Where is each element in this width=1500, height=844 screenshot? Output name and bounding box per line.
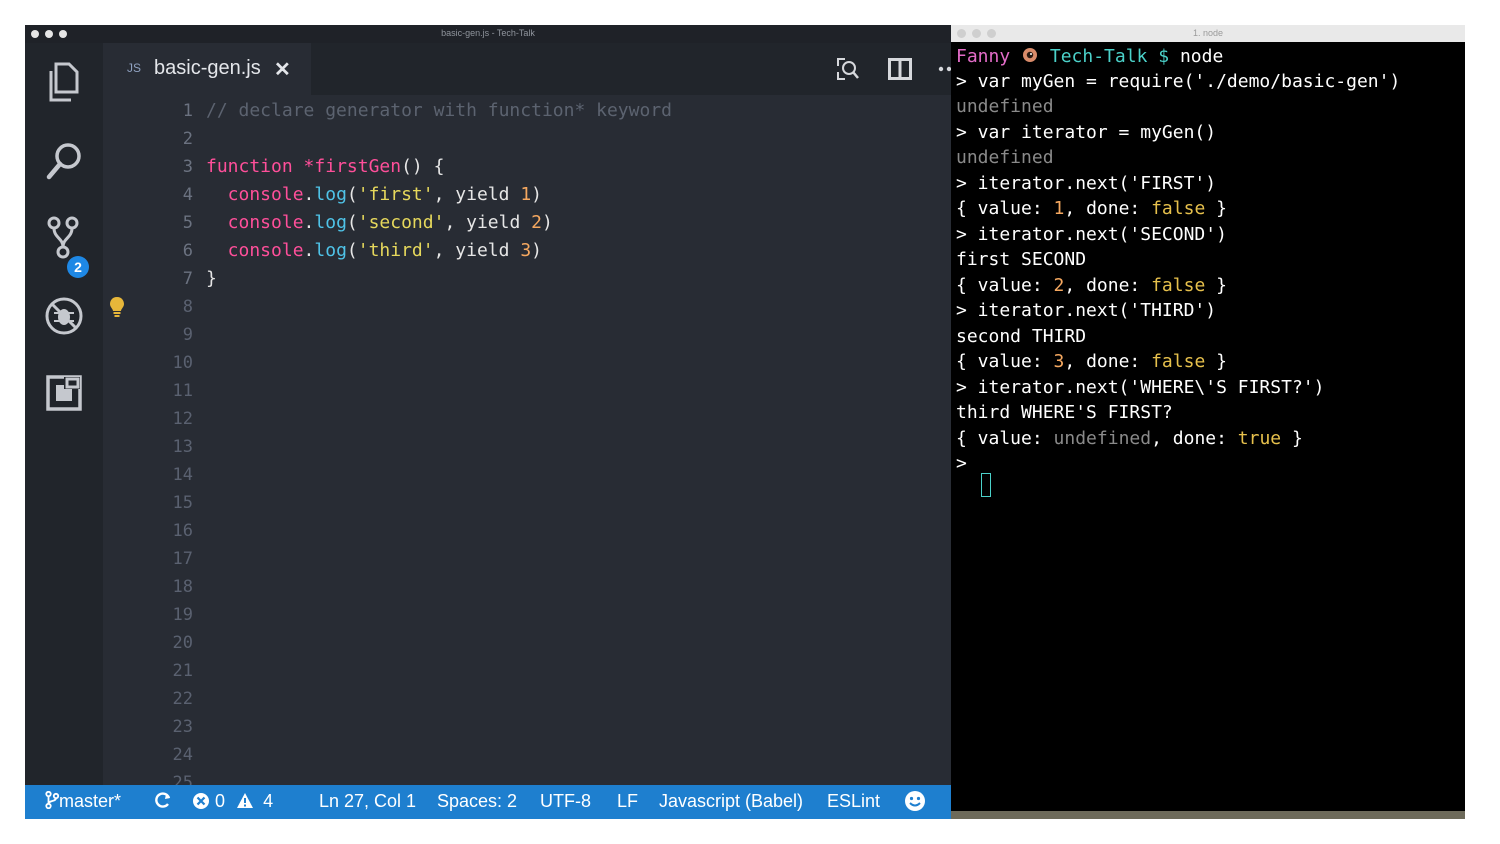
lightbulb-icon[interactable]: [109, 296, 125, 318]
code-line: console.log('second', yield 2): [206, 212, 553, 233]
explorer-button[interactable]: [39, 57, 89, 107]
sync-button[interactable]: [154, 790, 172, 815]
code-line: console.log('first', yield 1): [206, 184, 542, 205]
line-number: 6: [182, 241, 193, 261]
tab-label: basic-gen.js: [154, 57, 261, 79]
branch-name: master*: [59, 791, 122, 811]
code-line: }: [206, 268, 217, 289]
ellipsis-icon: [938, 66, 951, 72]
line-number: 2: [182, 129, 193, 149]
line-number: 11: [172, 381, 193, 401]
line-number: 16: [172, 521, 193, 541]
line-number: 18: [172, 577, 193, 597]
line-number: 17: [172, 549, 193, 569]
terminal-line: first SECOND: [956, 249, 1087, 270]
line-number: 7: [182, 269, 193, 289]
search-button[interactable]: [39, 136, 89, 186]
code-line: console.log('third', yield 3): [206, 240, 542, 261]
terminal-titlebar: 1. node: [951, 25, 1465, 42]
search-icon: [46, 143, 81, 180]
line-number: 19: [172, 605, 193, 625]
status-bar: master* 0 4 Ln 27, Col 1 Spaces: 2 UTF-8…: [25, 785, 951, 819]
files-icon: [49, 62, 79, 102]
line-number: 4: [182, 185, 193, 205]
vscode-window-title: basic-gen.js - Tech-Talk: [441, 28, 535, 38]
close-icon[interactable]: ✕: [274, 57, 291, 82]
eol-setting[interactable]: LF: [617, 791, 638, 812]
line-number: 9: [182, 325, 193, 345]
editor-tab-bar: JS basic-gen.js ✕: [103, 43, 951, 95]
terminal-window: 1. node Fanny Tech-Talk $ node > var myG…: [951, 25, 1465, 811]
terminal-prompt-line: Fanny Tech-Talk $ node: [956, 46, 1224, 67]
javascript-file-icon: JS: [127, 61, 142, 75]
line-number: 23: [172, 717, 193, 737]
warning-icon: [237, 793, 254, 808]
split-editor-icon: [888, 58, 912, 80]
terminal-input-line[interactable]: >: [956, 451, 978, 476]
terminal-window-title: 1. node: [1192, 28, 1224, 38]
smiley-icon: [905, 791, 925, 811]
line-number: 1: [182, 101, 193, 121]
terminal-line: { value: 2, done: false }: [956, 275, 1227, 296]
line-number: 14: [172, 465, 193, 485]
line-number: 20: [172, 633, 193, 653]
source-control-button[interactable]: [39, 213, 89, 263]
terminal-line: > iterator.next('WHERE\'S FIRST?'): [956, 377, 1325, 398]
problems-indicator[interactable]: 0 4: [192, 791, 273, 812]
scm-changes-badge: 2: [67, 256, 89, 278]
terminal-line: third WHERE'S FIRST?: [956, 402, 1173, 423]
eslint-status[interactable]: ESLint: [827, 791, 880, 812]
branch-indicator[interactable]: master*: [45, 790, 122, 812]
terminal-line: > var iterator = myGen(): [956, 122, 1217, 143]
line-number: 24: [172, 745, 193, 765]
split-editor-button[interactable]: [886, 55, 914, 83]
indentation-setting[interactable]: Spaces: 2: [437, 791, 517, 812]
code-line: function *firstGen() {: [206, 156, 445, 177]
git-branch-icon: [45, 790, 60, 810]
feedback-button[interactable]: [904, 790, 926, 817]
terminal-line: { value: 1, done: false }: [956, 198, 1227, 219]
line-number: 21: [172, 661, 193, 681]
vscode-titlebar: basic-gen.js - Tech-Talk: [25, 25, 951, 43]
cursor-position[interactable]: Ln 27, Col 1: [319, 791, 416, 812]
line-number: 15: [172, 493, 193, 513]
source-control-icon: [47, 216, 79, 259]
sync-icon: [155, 792, 171, 808]
extensions-icon: [46, 375, 82, 411]
warning-count: 4: [263, 791, 274, 811]
terminal-line: { value: 3, done: false }: [956, 351, 1227, 372]
terminal-line: > iterator.next('THIRD'): [956, 300, 1217, 321]
error-icon: [193, 793, 209, 809]
line-number: 12: [172, 409, 193, 429]
line-number: 10: [172, 353, 193, 373]
line-number: 5: [182, 213, 193, 233]
line-number: 3: [182, 157, 193, 177]
eye-icon: [1023, 48, 1038, 62]
terminal-line: > var myGen = require('./demo/basic-gen'…: [956, 71, 1401, 92]
open-preview-button[interactable]: [834, 55, 862, 83]
desktop-background-strip: [951, 811, 1465, 819]
encoding-setting[interactable]: UTF-8: [540, 791, 591, 812]
extensions-button[interactable]: [39, 368, 89, 418]
preview-search-icon: [837, 58, 859, 80]
tab-basic-gen-js[interactable]: JS basic-gen.js ✕: [103, 43, 311, 95]
terminal-cursor: [981, 473, 991, 497]
terminal-line: > iterator.next('FIRST'): [956, 173, 1217, 194]
line-number: 13: [172, 437, 193, 457]
terminal-line: > iterator.next('SECOND'): [956, 224, 1227, 245]
debug-button[interactable]: [39, 291, 89, 341]
vscode-window: basic-gen.js - Tech-Talk 2 JS basic-gen.…: [25, 25, 951, 819]
activity-bar: 2: [25, 43, 103, 785]
language-mode[interactable]: Javascript (Babel): [659, 791, 803, 812]
line-number: 22: [172, 689, 193, 709]
terminal-line: undefined: [956, 147, 1054, 168]
terminal-line: undefined: [956, 96, 1054, 117]
code-line: // declare generator with function* keyw…: [206, 100, 672, 121]
more-actions-button[interactable]: [935, 55, 951, 83]
terminal-line: { value: undefined, done: true }: [956, 428, 1303, 449]
error-count: 0: [215, 791, 226, 811]
debug-icon: [45, 297, 83, 335]
terminal-line: second THIRD: [956, 326, 1087, 347]
